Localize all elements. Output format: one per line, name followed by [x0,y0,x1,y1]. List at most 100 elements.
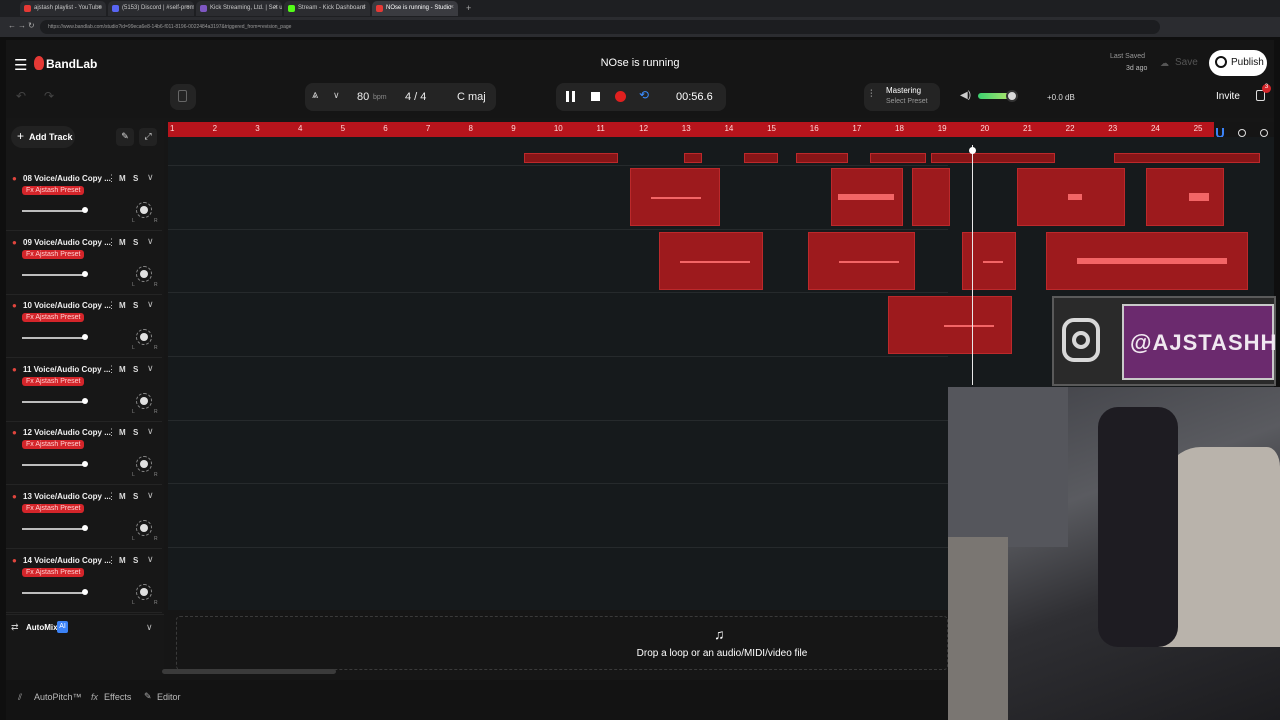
more-options-icon[interactable]: ⋮ [107,173,116,184]
browser-tab[interactable]: Kick Streaming, Ltd. | Set up pay× [196,1,282,16]
playhead-handle[interactable] [969,147,976,154]
invite-button[interactable]: Invite [1216,91,1240,102]
audio-clip[interactable] [808,232,915,290]
menu-icon[interactable]: ☰ [14,56,27,74]
fx-preset-badge[interactable]: Fx Ajstash Preset [22,440,85,450]
project-title[interactable]: NOse is running [540,57,740,69]
more-options-icon[interactable]: ⋮ [107,555,116,566]
track-name[interactable]: 11 Voice/Audio Copy ... [23,365,110,374]
track-volume-slider[interactable] [22,337,86,340]
pan-knob[interactable] [136,456,152,473]
mute-button[interactable]: M [119,556,126,565]
solo-button[interactable]: S [133,174,138,183]
zoom-out-icon[interactable] [1238,129,1246,137]
audio-clip[interactable] [659,232,763,290]
track-volume-slider[interactable] [22,273,86,276]
audio-clip[interactable] [888,296,1012,354]
chevron-down-icon[interactable]: ∨ [333,90,340,101]
speaker-icon[interactable]: ◀) [960,90,971,101]
mute-button[interactable]: M [119,365,126,374]
audio-clip[interactable] [962,232,1016,290]
chevron-down-icon[interactable]: ∨ [147,172,154,183]
track-volume-slider[interactable] [22,464,86,467]
volume-slider-thumb[interactable] [82,207,88,213]
pause-icon[interactable] [566,91,569,102]
bpm-value[interactable]: 80 [357,91,369,103]
zoom-in-icon[interactable] [1260,129,1268,137]
track-volume-slider[interactable] [22,591,86,594]
drop-zone[interactable] [176,616,948,670]
browser-tab[interactable]: (5153) Discord | #self-promo × [108,1,194,16]
volume-slider-thumb[interactable] [82,461,88,468]
close-tab-icon[interactable]: × [186,4,190,11]
audio-clip[interactable] [831,168,903,226]
chevron-down-icon[interactable]: ∨ [147,299,154,310]
volume-slider-thumb[interactable] [82,588,88,595]
audio-clip[interactable] [1017,168,1125,226]
track-name[interactable]: 14 Voice/Audio Copy ... [23,556,111,565]
pencil-icon[interactable]: ✎ [116,128,134,146]
pan-knob[interactable] [136,265,152,282]
chevron-down-icon[interactable]: ∨ [147,426,154,437]
effects-button[interactable]: Effects [104,692,131,702]
audio-clip[interactable] [870,153,926,163]
automix-chevron-icon[interactable]: ∨ [146,622,153,633]
volume-slider-thumb[interactable] [82,334,88,341]
volume-slider-thumb[interactable] [82,397,88,404]
track-header[interactable]: ● 13 Voice/Audio Copy ... ⋮ M S ∨ Fx Ajstash P… [6,486,162,549]
save-button[interactable]: Save [1175,57,1198,68]
track-name[interactable]: 13 Voice/Audio Copy ... [23,492,111,501]
track-header[interactable]: ● 10 Voice/Audio Copy ... ⋮ M S ∨ Fx Ajstash P… [6,295,162,359]
track-header[interactable]: ● 09 Voice/Audio Copy ... ⋮ M S ∨ Fx Ajstash P… [6,232,162,295]
solo-button[interactable]: S [133,301,138,310]
audio-clip[interactable] [630,168,720,226]
close-tab-icon[interactable]: × [450,4,454,11]
key-value[interactable]: C maj [457,91,486,103]
volume-slider-thumb[interactable] [82,525,88,531]
autopitch-button[interactable]: AutoPitch™ [34,692,82,702]
more-options-icon[interactable]: ⋮ [107,300,116,311]
audio-clip[interactable] [524,153,618,163]
fx-preset-badge[interactable]: Fx Ajstash Preset [22,376,85,386]
solo-button[interactable]: S [133,238,138,247]
fx-preset-badge[interactable]: Fx Ajstash Preset [22,249,85,259]
forward-icon[interactable]: → [18,21,26,30]
logo-text[interactable]: BandLab [46,57,97,71]
track-volume-slider[interactable] [22,210,86,212]
new-tab-button[interactable]: + [466,3,471,13]
pan-knob[interactable] [136,392,152,409]
volume-slider-thumb[interactable] [82,270,88,277]
mute-button[interactable]: M [119,301,126,310]
loop-icon[interactable]: ⟲ [639,88,649,102]
more-options-icon[interactable]: ⋮ [107,364,116,375]
audio-clip[interactable] [1146,168,1224,226]
browser-tab[interactable]: Stream - Kick Dashboard × [284,1,370,16]
mute-button[interactable]: M [119,174,126,183]
timeline-ruler[interactable] [168,122,1214,137]
track-header[interactable]: ● 14 Voice/Audio Copy ... ⋮ M S ∨ Fx Ajstash P… [6,550,162,613]
audio-clip[interactable] [684,153,702,163]
mute-button[interactable]: M [119,238,126,247]
more-options-icon[interactable]: ⋮ [107,237,116,248]
record-icon[interactable] [615,91,626,102]
chevron-down-icon[interactable]: ∨ [147,554,154,565]
reload-icon[interactable]: ↻ [28,21,35,30]
fit-tracks-icon[interactable]: ⤢ [139,128,157,146]
track-name[interactable]: 12 Voice/Audio Copy ... [23,428,111,437]
pan-knob[interactable] [136,329,152,346]
undo-icon[interactable]: ↶ [16,89,26,103]
chevron-down-icon[interactable]: ∨ [147,490,154,501]
solo-button[interactable]: S [133,492,138,501]
chevron-down-icon[interactable]: ∨ [147,236,154,247]
address-bar[interactable]: https://www.bandlab.com/studio?id=99eca6… [40,20,1160,34]
track-name[interactable]: 10 Voice/Audio Copy ... [23,301,111,310]
horizontal-scrollbar[interactable] [162,669,336,674]
browser-tab[interactable]: NOse is running - Studio × [372,1,458,16]
track-name[interactable]: 09 Voice/Audio Copy ... [23,238,111,247]
audio-clip[interactable] [744,153,778,163]
close-tab-icon[interactable]: × [274,4,278,11]
time-signature[interactable]: 4 / 4 [405,91,426,103]
fx-preset-badge[interactable]: Fx Ajstash Preset [22,567,85,577]
track-volume-slider[interactable] [22,528,86,530]
track-header[interactable]: ● 08 Voice/Audio Copy ... ⋮ M S ∨ Fx Ajstash P… [6,168,162,231]
